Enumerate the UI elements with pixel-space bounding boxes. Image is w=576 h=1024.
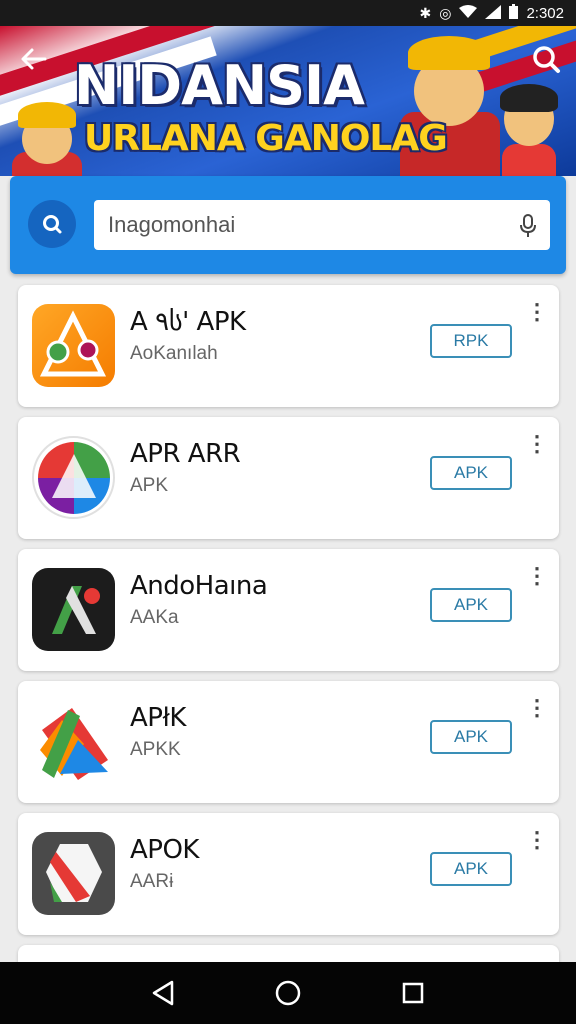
app-name: APłK <box>130 703 186 733</box>
more-vert-icon[interactable]: ⋮ <box>526 829 548 861</box>
child-illustration <box>496 84 562 176</box>
apk-download-button[interactable]: APK <box>430 852 512 886</box>
list-item[interactable]: A ٩ს' APK AoKanılah RPK ⋮ <box>18 285 559 407</box>
list-item[interactable]: APOK AARɨ APK ⋮ <box>18 813 559 935</box>
app-name: APR ARR <box>130 439 241 469</box>
app-subtitle: APKK <box>130 739 181 760</box>
app-subtitle: AAKa <box>130 607 179 628</box>
bluetooth-icon: ✱ <box>419 4 432 21</box>
worker-illustration-left <box>12 96 82 176</box>
alarm-icon: ◎ <box>439 4 452 21</box>
apk-download-button[interactable]: APK <box>430 588 512 622</box>
status-bar: ✱ ◎ 2:302 <box>0 0 576 26</box>
app-subtitle: AoKanılah <box>130 343 218 364</box>
more-vert-icon[interactable]: ⋮ <box>526 301 548 333</box>
search-icon <box>533 46 560 73</box>
signal-icon <box>485 4 502 22</box>
mic-icon[interactable] <box>518 214 538 238</box>
app-icon-colorful-blocks <box>32 700 115 783</box>
list-item[interactable]: APR ARR APK APK ⋮ <box>18 417 559 539</box>
app-list: A ٩ს' APK AoKanılah RPK ⋮ APR ARR APK AP… <box>18 285 559 995</box>
more-vert-icon[interactable]: ⋮ <box>526 697 548 729</box>
header-search-button[interactable] <box>528 44 564 80</box>
app-name: APOK <box>130 835 199 865</box>
search-panel <box>10 176 566 274</box>
search-icon <box>43 215 62 234</box>
apk-download-button[interactable]: APK <box>430 456 512 490</box>
apk-download-button[interactable]: RPK <box>430 324 512 358</box>
apk-download-button[interactable]: APK <box>430 720 512 754</box>
banner-subtitle: URLANA GANOLAG <box>84 118 448 159</box>
app-subtitle: AARɨ <box>130 871 174 892</box>
more-vert-icon[interactable]: ⋮ <box>526 565 548 597</box>
more-vert-icon[interactable]: ⋮ <box>526 433 548 465</box>
app-icon-android-dark <box>32 568 115 651</box>
app-icon-triangle-orange <box>32 304 115 387</box>
header-banner: NIDANSIA URLANA GANOLAG <box>0 26 576 176</box>
list-item[interactable]: AndoHaına AAKa APK ⋮ <box>18 549 559 671</box>
clock-time: 2:302 <box>526 4 564 22</box>
banner-title: NIDANSIA <box>74 54 365 117</box>
app-name: AndoHaına <box>130 571 268 601</box>
battery-icon <box>509 4 519 22</box>
wifi-icon <box>459 4 478 22</box>
back-button[interactable] <box>16 44 52 80</box>
app-icon-hexagon-gray <box>32 832 115 915</box>
nav-home-button[interactable] <box>268 973 308 1013</box>
nav-recents-button[interactable] <box>393 973 433 1013</box>
app-subtitle: APK <box>130 475 169 496</box>
navigation-bar <box>0 962 576 1024</box>
search-input[interactable] <box>94 200 550 250</box>
nav-back-button[interactable] <box>143 973 183 1013</box>
search-icon-button[interactable] <box>28 200 76 248</box>
square-recents-icon <box>403 982 424 1004</box>
arrow-left-icon <box>21 48 47 70</box>
circle-home-icon <box>275 980 301 1006</box>
app-icon-drive-circle <box>32 436 115 519</box>
triangle-back-icon <box>152 980 173 1006</box>
app-name: A ٩ს' APK <box>130 307 246 337</box>
list-item[interactable]: APłK APKK APK ⋮ <box>18 681 559 803</box>
